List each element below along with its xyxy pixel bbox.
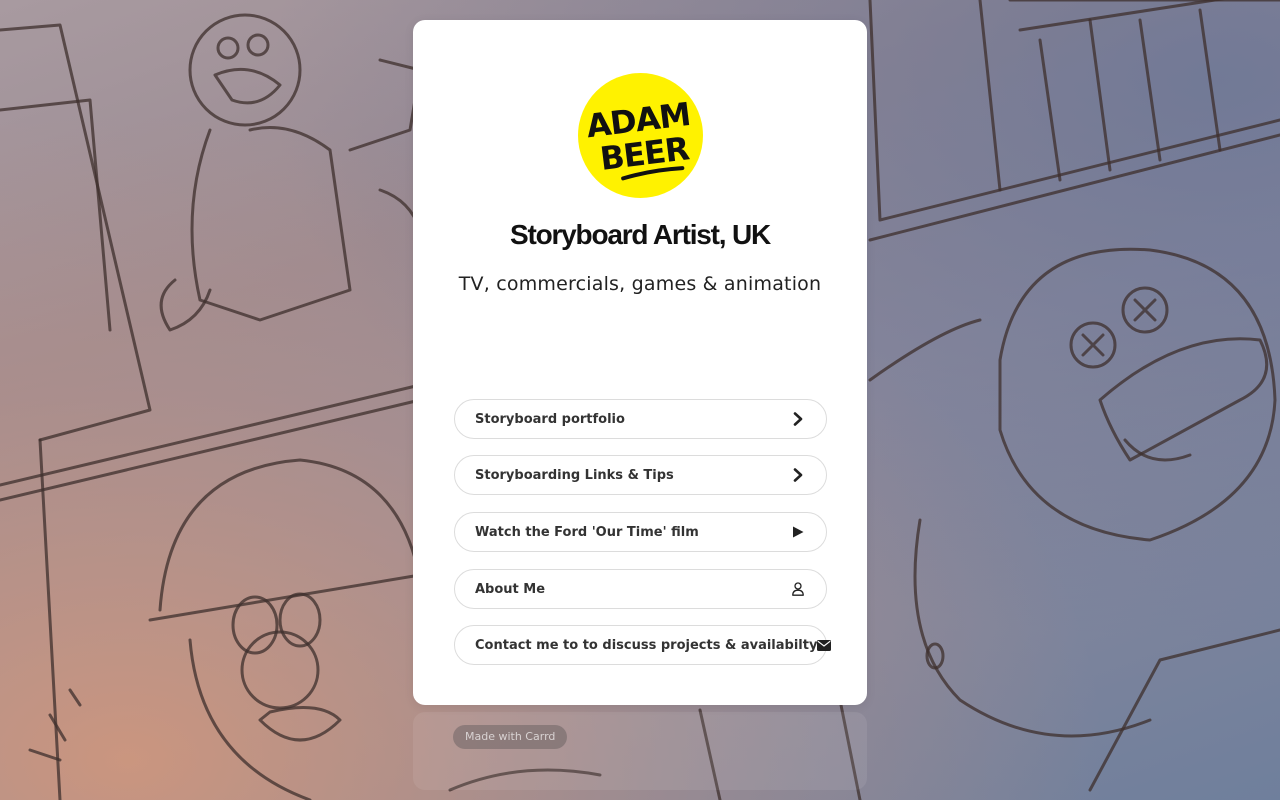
chevron-right-icon [790,467,806,483]
link-label: Storyboarding Links & Tips [475,467,674,483]
profile-card: ADAM BEER Storyboard Artist, UK TV, comm… [413,20,867,705]
page-title: Storyboard Artist, UK [509,219,771,250]
play-icon [790,524,806,540]
user-icon [790,581,806,597]
adam-beer-logo: ADAM BEER [578,73,703,198]
link-label: About Me [475,581,546,597]
page-subtitle: TV, commercials, games & animation [458,273,822,295]
link-label: Storyboard portfolio [475,411,625,427]
watch-ford-film-button[interactable]: Watch the Ford 'Our Time' film [454,512,827,552]
link-label: Watch the Ford 'Our Time' film [475,524,699,540]
storyboard-portfolio-button[interactable]: Storyboard portfolio [454,399,827,439]
storyboarding-links-tips-button[interactable]: Storyboarding Links & Tips [454,455,827,495]
contact-me-button[interactable]: Contact me to to discuss projects & avai… [454,625,832,665]
chevron-right-icon [790,411,806,427]
about-me-button[interactable]: About Me [454,569,827,609]
card-shadow-panel [413,712,867,790]
envelope-icon [817,637,832,653]
link-label: Contact me to to discuss projects & avai… [475,637,818,653]
made-with-carrd-badge[interactable]: Made with Carrd [453,725,568,749]
